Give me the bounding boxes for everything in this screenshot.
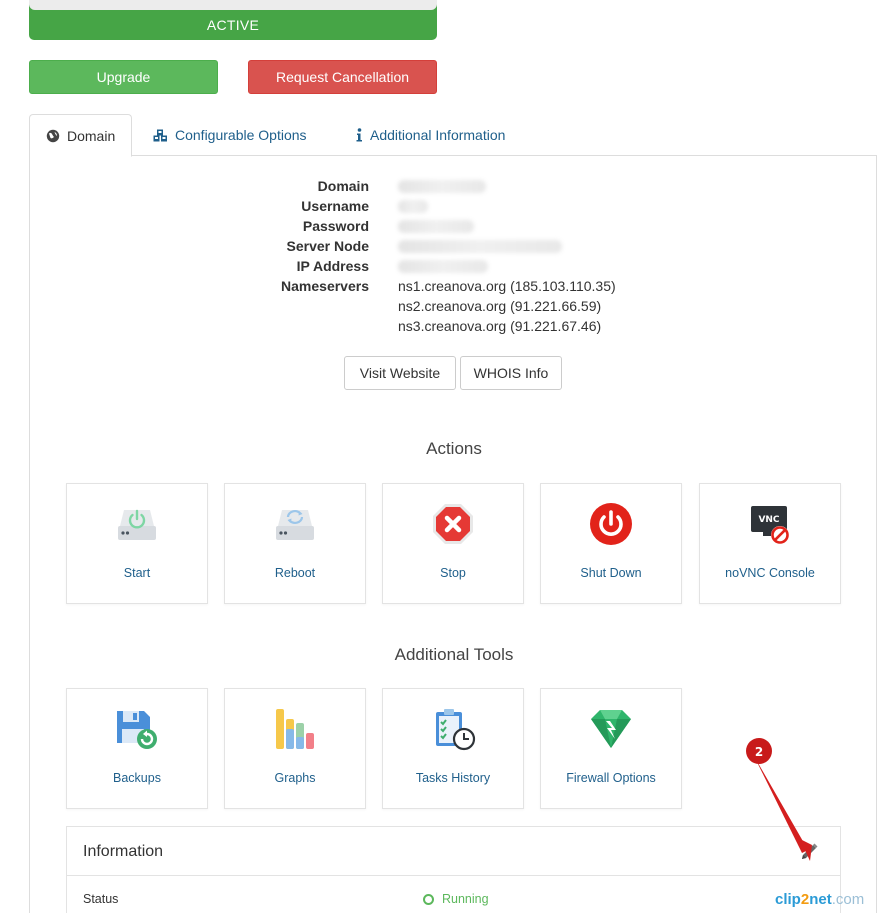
status-label: ACTIVE [206, 17, 260, 33]
action-stop-tile[interactable]: Stop [382, 483, 524, 604]
globe-icon [46, 129, 60, 142]
annotation-number: 2 [755, 745, 763, 759]
information-panel: Information Status Running [66, 826, 841, 913]
action-novnc-console-tile[interactable]: VNC noVNC Console [699, 483, 841, 604]
actions-heading: Actions [426, 439, 482, 458]
shutdown-icon [590, 503, 632, 545]
tab-domain[interactable]: Domain [29, 114, 133, 157]
detail-label: Nameservers [281, 278, 369, 294]
detail-label: Domain [317, 178, 369, 194]
tab-additional-information[interactable]: Additional Information [355, 114, 505, 156]
graphs-icon [276, 709, 314, 749]
watermark-part-2: 2 [800, 891, 810, 908]
info-icon [356, 128, 362, 142]
status-field-label: Status [83, 892, 119, 906]
action-reboot-tile[interactable]: Reboot [224, 483, 366, 604]
watermark-part-1: clip [775, 891, 801, 908]
action-label: Start [123, 566, 151, 580]
visit-website-button[interactable]: Visit Website [344, 356, 456, 390]
tool-tasks-history-tile[interactable]: Tasks History [382, 688, 524, 809]
clip2net-watermark: clip2net.com [775, 891, 864, 908]
tool-firewall-options-tile[interactable]: Firewall Options [540, 688, 682, 809]
reboot-server-icon [276, 510, 314, 540]
running-status-icon [423, 893, 434, 905]
nameserver-1: ns1.creanova.org (185.103.110.35) [398, 278, 616, 294]
power-on-server-icon [118, 509, 156, 540]
status-field-value: Running [423, 892, 489, 906]
cubes-icon [153, 129, 167, 141]
action-label: Shut Down [580, 566, 642, 580]
backup-disk-icon [117, 711, 157, 749]
redacted-value [398, 176, 486, 198]
tool-label: Firewall Options [566, 771, 656, 785]
tab-domain-label: Domain [67, 127, 116, 144]
nameserver-3: ns3.creanova.org (91.221.67.46) [398, 318, 602, 334]
detail-label: Password [302, 218, 369, 234]
watermark-part-4: .com [831, 891, 865, 908]
tool-label: Tasks History [415, 771, 491, 785]
redacted-value [398, 256, 488, 278]
service-status-bar: ACTIVE [29, 0, 437, 40]
stop-icon [433, 504, 473, 544]
status-text: Running [442, 892, 489, 906]
action-label: Stop [440, 566, 466, 580]
information-header: Information [67, 827, 840, 876]
action-start-tile[interactable]: Start [66, 483, 208, 604]
firewall-icon [591, 710, 631, 748]
tab-configurable-options-label: Configurable Options [175, 127, 307, 143]
tool-backups-tile[interactable]: Backups [66, 688, 208, 809]
request-cancellation-button[interactable]: Request Cancellation [248, 60, 437, 94]
watermark-part-3: net [809, 891, 832, 908]
svg-text:VNC: VNC [758, 515, 779, 525]
tool-graphs-tile[interactable]: Graphs [224, 688, 366, 809]
tasks-history-icon [436, 709, 476, 751]
vnc-console-icon: VNC [751, 506, 789, 544]
nameserver-2: ns2.creanova.org (91.221.66.59) [398, 298, 602, 314]
redacted-value [398, 236, 562, 258]
detail-label: Username [301, 198, 369, 214]
action-label: noVNC Console [725, 566, 815, 580]
redacted-value [398, 216, 474, 238]
information-title: Information [83, 843, 164, 860]
action-label: Reboot [274, 566, 316, 580]
service-tabs: Domain Configurable Options Additional I… [29, 114, 877, 157]
additional-tools-heading: Additional Tools [394, 645, 514, 664]
action-shutdown-tile[interactable]: Shut Down [540, 483, 682, 604]
redacted-value [398, 196, 428, 218]
tab-additional-information-label: Additional Information [370, 127, 506, 143]
whois-info-button[interactable]: WHOIS Info [460, 356, 562, 390]
status-bar-top-strip [29, 0, 437, 10]
tool-label: Graphs [274, 771, 316, 785]
detail-label: Server Node [286, 238, 369, 254]
detail-label: IP Address [296, 258, 369, 274]
tab-configurable-options[interactable]: Configurable Options [153, 114, 307, 156]
annotation-arrow-marker: 2 [746, 738, 812, 861]
tool-label: Backups [113, 771, 161, 785]
upgrade-button[interactable]: Upgrade [29, 60, 218, 94]
